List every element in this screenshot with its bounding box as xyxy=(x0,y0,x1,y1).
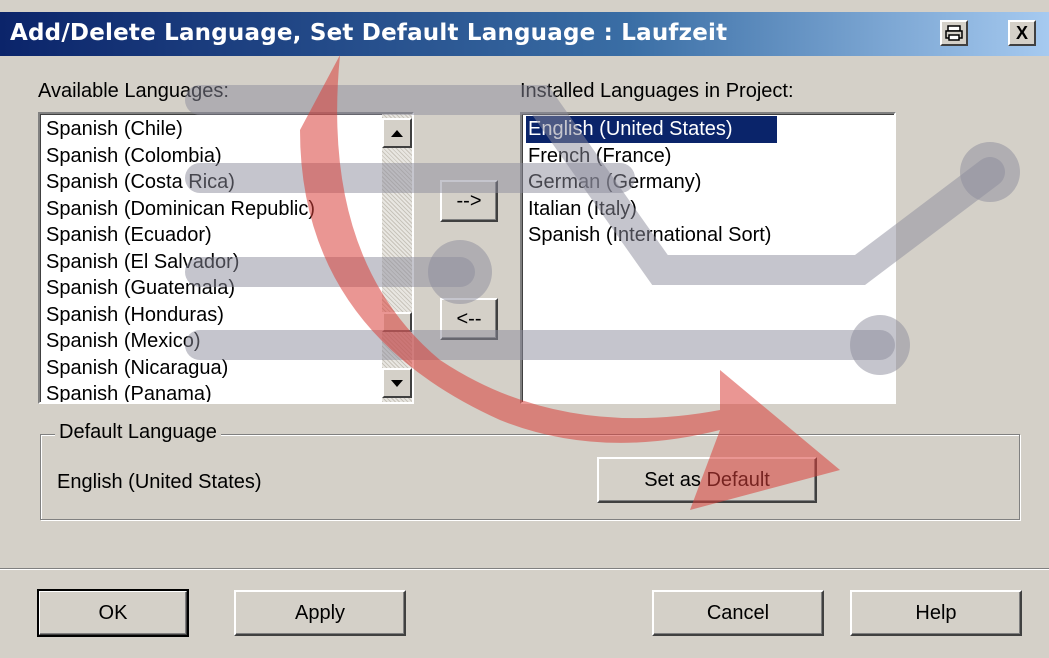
available-list-item[interactable]: Spanish (Colombia) xyxy=(44,143,321,170)
available-list-item[interactable]: Spanish (Chile) xyxy=(44,116,321,143)
available-list-item[interactable]: Spanish (Mexico) xyxy=(44,328,321,355)
installed-list-item[interactable]: French (France) xyxy=(526,143,777,170)
chevron-down-icon xyxy=(391,379,403,387)
chevron-up-icon xyxy=(391,129,403,137)
remove-language-button[interactable]: <-- xyxy=(440,298,498,340)
language-dialog: Add/Delete Language, Set Default Languag… xyxy=(0,0,1049,658)
installed-items: English (United States) French (France) Ge… xyxy=(526,116,778,249)
available-list-item[interactable]: Spanish (Dominican Republic) xyxy=(44,196,321,223)
print-button[interactable] xyxy=(940,20,968,46)
set-as-default-button[interactable]: Set as Default xyxy=(597,457,817,503)
ok-button[interactable]: OK xyxy=(37,589,189,637)
default-language-group: Default Language English (United States)… xyxy=(40,421,1020,520)
available-list-item[interactable]: Spanish (Costa Rica) xyxy=(44,169,321,196)
printer-icon xyxy=(945,25,963,41)
available-list-item[interactable]: Spanish (Honduras) xyxy=(44,302,321,329)
scroll-down-button[interactable] xyxy=(382,368,412,398)
available-list-item[interactable]: Spanish (El Salvador) xyxy=(44,249,321,276)
installed-list-item[interactable]: Spanish (International Sort) xyxy=(526,222,777,249)
default-language-value: English (United States) xyxy=(57,471,262,493)
available-list-item[interactable]: Spanish (Panama) xyxy=(44,381,321,402)
help-button[interactable]: Help xyxy=(850,590,1022,636)
scroll-thumb[interactable] xyxy=(382,312,412,332)
installed-list-item[interactable]: English (United States) xyxy=(526,116,778,143)
available-list-item[interactable]: Spanish (Guatemala) xyxy=(44,275,321,302)
close-button[interactable]: X xyxy=(1008,20,1036,46)
installed-list-item[interactable]: Italian (Italy) xyxy=(526,196,777,223)
available-list-item[interactable]: Spanish (Ecuador) xyxy=(44,222,321,249)
installed-list-item[interactable]: German (Germany) xyxy=(526,169,777,196)
available-languages-label: Available Languages: xyxy=(38,80,229,102)
available-list-item[interactable]: Spanish (Nicaragua) xyxy=(44,355,321,382)
apply-button[interactable]: Apply xyxy=(234,590,406,636)
cancel-button[interactable]: Cancel xyxy=(652,590,824,636)
default-language-legend: Default Language xyxy=(55,421,221,444)
available-items: Spanish (Chile) Spanish (Colombia) Spanish… xyxy=(44,116,321,402)
separator xyxy=(0,568,1049,570)
installed-languages-label: Installed Languages in Project: xyxy=(520,80,794,102)
title-bar[interactable]: Add/Delete Language, Set Default Languag… xyxy=(0,12,1049,56)
available-scrollbar[interactable] xyxy=(382,114,412,402)
available-languages-list[interactable]: Spanish (Chile) Spanish (Colombia) Spanish… xyxy=(38,112,414,404)
close-icon: X xyxy=(1015,22,1028,43)
add-language-button[interactable]: --> xyxy=(440,180,498,222)
window-title: Add/Delete Language, Set Default Languag… xyxy=(10,20,728,46)
scroll-up-button[interactable] xyxy=(382,118,412,148)
installed-languages-list[interactable]: English (United States) French (France) Ge… xyxy=(520,112,896,404)
